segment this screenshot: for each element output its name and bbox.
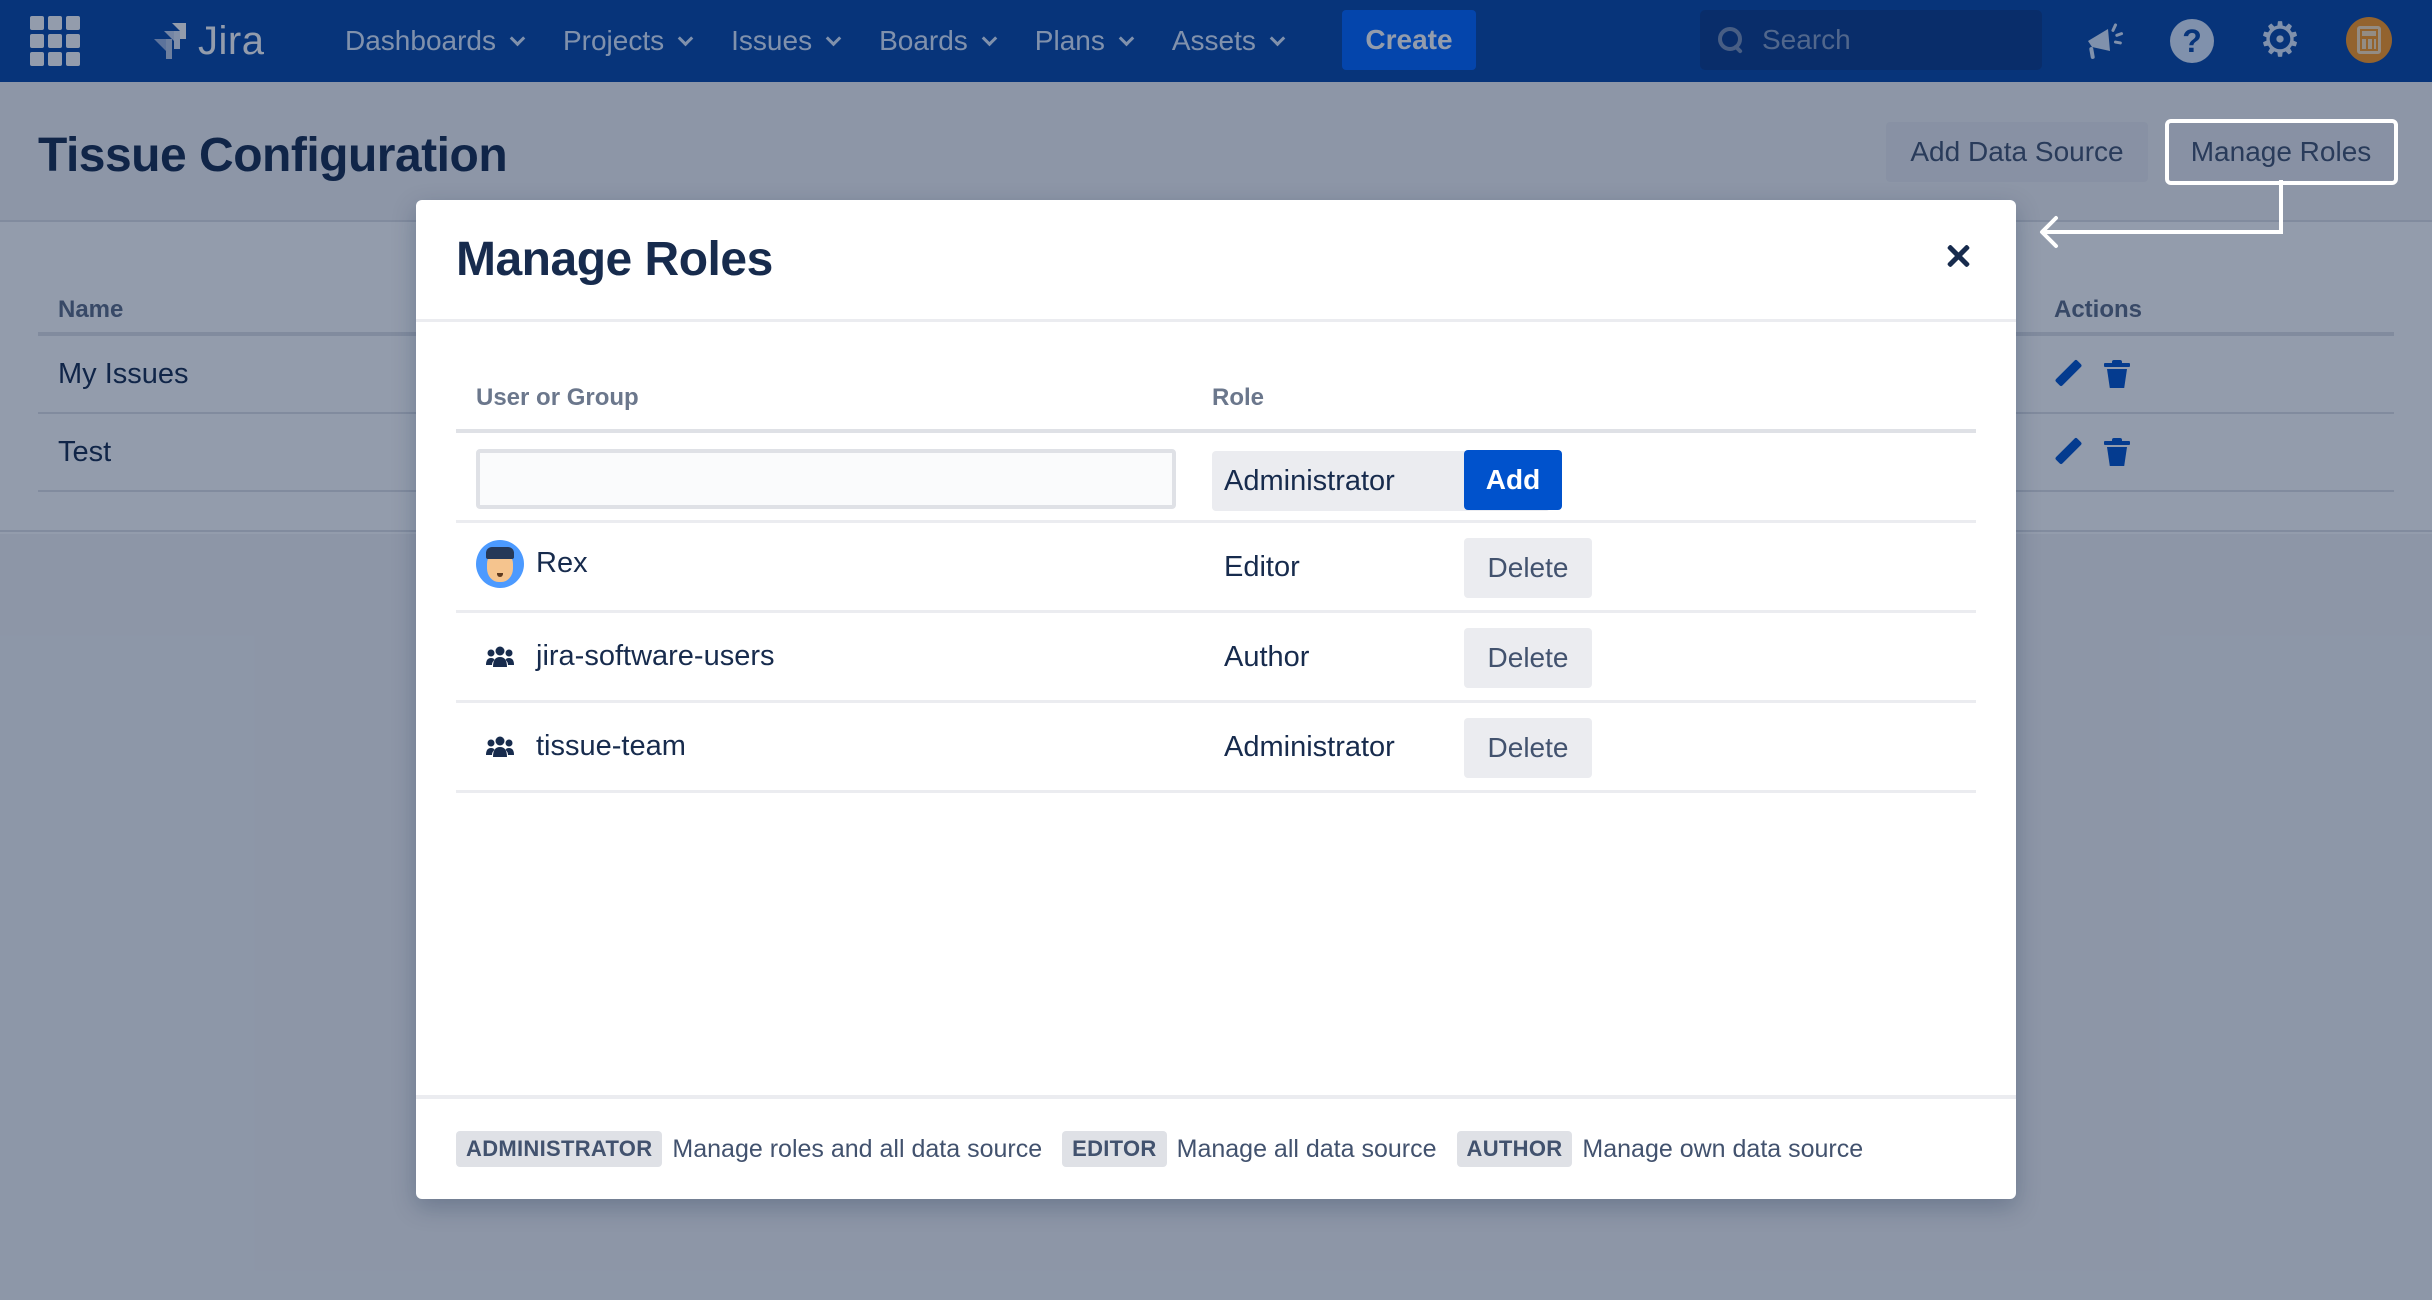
role-description: Manage own data source <box>1582 1134 1864 1163</box>
group-icon <box>476 633 524 681</box>
role-description: Manage roles and all data source <box>672 1134 1043 1163</box>
annotation-arrow <box>2040 180 2283 248</box>
role-legend: ADMINISTRATOR Manage roles and all data … <box>416 1095 2016 1199</box>
modal-title: Manage Roles <box>456 233 773 286</box>
roles-table: User or Group Role Administrator Add Rex… <box>456 366 1976 793</box>
role-select-value: Administrator <box>1224 464 1395 497</box>
new-role-row: Administrator Add <box>456 433 1976 523</box>
column-user-or-group: User or Group <box>476 384 639 411</box>
member-role: Editor <box>1224 551 1300 583</box>
member-row: Rex Editor Delete <box>456 523 1976 613</box>
member-row: tissue-team Administrator Delete <box>456 703 1976 793</box>
legend-editor: EDITOR Manage all data source <box>1062 1131 1437 1167</box>
member-cell: Rex <box>476 523 588 610</box>
role-badge: AUTHOR <box>1456 1131 1573 1167</box>
close-icon[interactable] <box>1940 238 1976 274</box>
manage-roles-modal: Manage Roles User or Group Role Administ… <box>416 200 2016 1199</box>
delete-button[interactable]: Delete <box>1464 538 1592 598</box>
delete-button[interactable]: Delete <box>1464 718 1592 778</box>
member-row: jira-software-users Author Delete <box>456 613 1976 703</box>
legend-author: AUTHOR Manage own data source <box>1456 1131 1864 1167</box>
delete-button[interactable]: Delete <box>1464 628 1592 688</box>
member-role: Administrator <box>1224 731 1395 763</box>
add-button[interactable]: Add <box>1464 450 1562 510</box>
user-avatar <box>476 539 524 588</box>
user-or-group-input[interactable] <box>476 449 1176 509</box>
role-description: Manage all data source <box>1176 1134 1437 1163</box>
legend-administrator: ADMINISTRATOR Manage roles and all data … <box>456 1131 1042 1167</box>
member-role: Author <box>1224 641 1310 673</box>
group-icon <box>476 723 524 771</box>
role-badge: EDITOR <box>1062 1131 1167 1167</box>
manage-roles-highlight <box>2165 119 2398 185</box>
member-name: jira-software-users <box>536 640 775 672</box>
roles-table-header: User or Group Role <box>456 366 1976 433</box>
column-role: Role <box>1212 384 1265 411</box>
modal-header: Manage Roles <box>416 200 2016 322</box>
member-cell: tissue-team <box>476 703 686 790</box>
member-name: Rex <box>536 547 588 579</box>
member-name: tissue-team <box>536 730 686 762</box>
role-badge: ADMINISTRATOR <box>456 1131 663 1167</box>
member-cell: jira-software-users <box>476 613 775 700</box>
